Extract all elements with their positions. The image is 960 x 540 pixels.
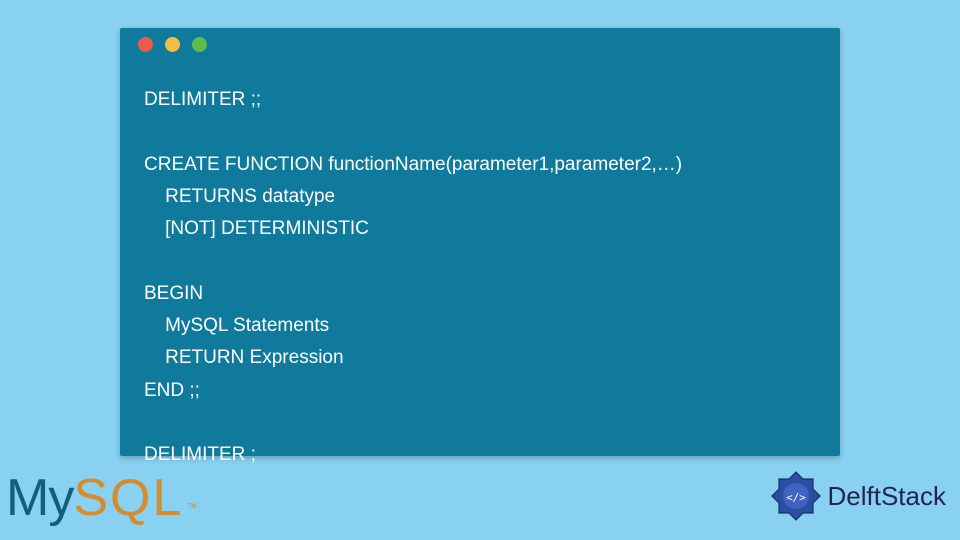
code-line: RETURNS datatype [144,186,335,207]
code-window: DELIMITER ;; CREATE FUNCTION functionNam… [120,28,840,456]
delftstack-text: DelftStack [828,481,947,512]
code-line: BEGIN [144,283,203,304]
mysql-logo-my: My [6,468,73,528]
delftstack-logo: </> DelftStack [770,470,947,522]
close-icon [138,37,153,52]
code-line: RETURN Expression [144,347,344,368]
code-line: [NOT] DETERMINISTIC [144,218,369,239]
minimize-icon [165,37,180,52]
delftstack-badge-icon: </> [770,470,822,522]
code-line: CREATE FUNCTION functionName(parameter1,… [144,154,682,175]
code-line: MySQL Statements [144,315,329,336]
svg-text:</>: </> [786,491,806,504]
code-content: DELIMITER ;; CREATE FUNCTION functionNam… [120,60,840,472]
mysql-logo-sql: SQL [73,468,183,528]
mysql-logo: MySQL™ [6,468,197,528]
maximize-icon [192,37,207,52]
mysql-logo-tm: ™ [186,502,197,514]
code-line: DELIMITER ; [144,444,256,465]
window-titlebar [120,28,840,60]
code-line: END ;; [144,380,200,401]
code-line: DELIMITER ;; [144,89,261,110]
